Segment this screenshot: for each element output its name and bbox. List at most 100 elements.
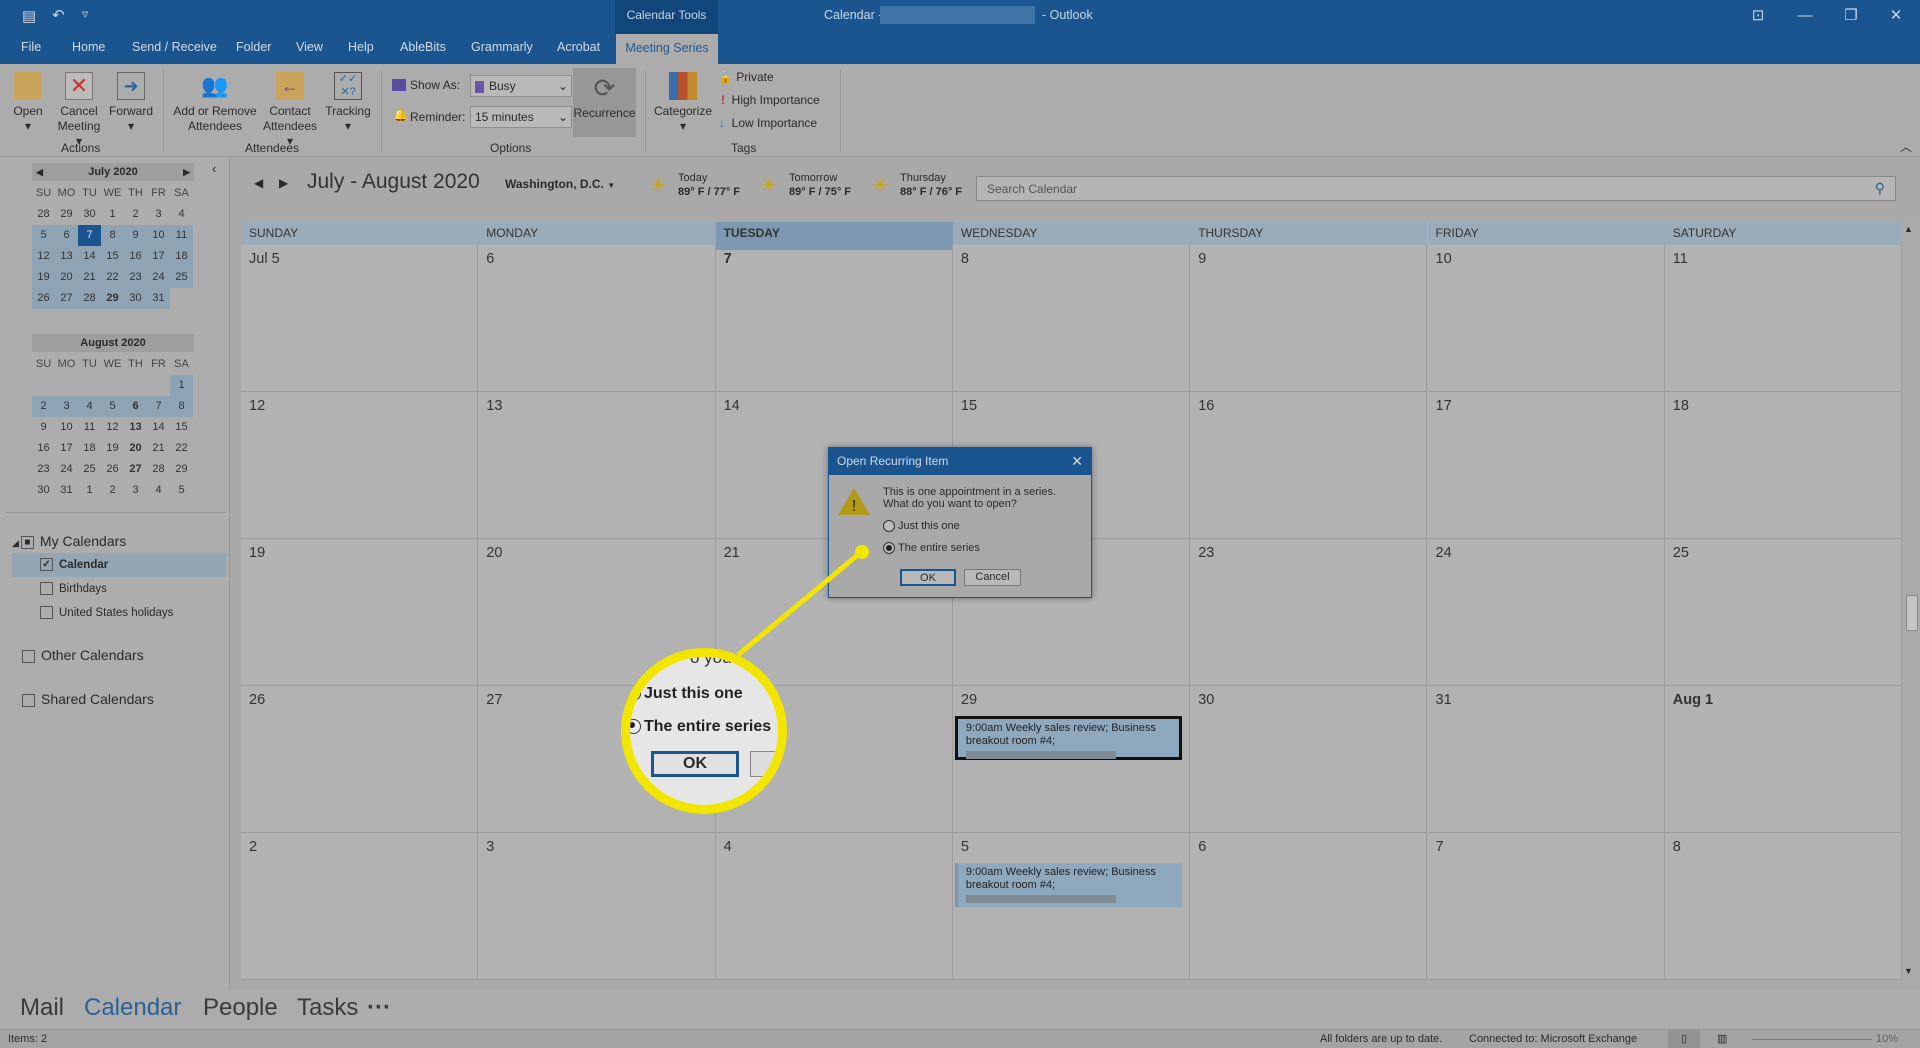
mini-day[interactable]: 9 [124, 225, 147, 246]
restore-icon[interactable]: ❐ [1836, 4, 1866, 28]
mini-day[interactable]: 28 [147, 459, 170, 480]
add-remove-attendees-button[interactable]: 👥 Add or Remove Attendees [170, 72, 260, 134]
dialog-close-icon[interactable]: ✕ [1071, 448, 1083, 475]
recurrence-button[interactable]: ⟳ Recurrence [573, 68, 636, 137]
mini-day[interactable]: 2 [32, 396, 55, 417]
calendar-item-us-holidays[interactable]: United States holidays [12, 601, 226, 625]
appointment[interactable]: 9:00am Weekly sales review; Business bre… [954, 716, 1183, 760]
reminder-dropdown[interactable]: 15 minutes ⌄ [470, 106, 572, 128]
day-cell[interactable]: 24 [1427, 539, 1665, 686]
group-checkbox[interactable]: ■ [20, 535, 34, 549]
checkbox[interactable] [40, 582, 53, 596]
contact-attendees-button[interactable]: ← Contact Attendees ▾ [260, 72, 320, 149]
day-cell[interactable]: 7 [1427, 833, 1665, 980]
appointment[interactable]: 9:00am Weekly sales review; Business bre… [954, 863, 1183, 907]
day-cell[interactable]: 8 [1664, 833, 1903, 980]
mini-day[interactable]: 3 [124, 480, 147, 501]
mini-day[interactable]: 1 [170, 375, 193, 396]
collapse-pane-icon[interactable]: ‹ [212, 161, 216, 176]
mini-day[interactable]: 8 [101, 225, 124, 246]
mini-day[interactable]: 2 [124, 204, 147, 225]
mini-day[interactable]: 26 [32, 288, 55, 309]
day-cell[interactable]: 4 [715, 833, 953, 980]
cancel-meeting-button[interactable]: ✕ Cancel Meeting ▾ [55, 72, 103, 149]
undo-icon[interactable]: ↶ [52, 6, 65, 24]
mini-day[interactable]: 24 [147, 267, 170, 288]
ribbon-display-icon[interactable]: ⊡ [1743, 4, 1773, 28]
mini-day[interactable]: 30 [32, 480, 55, 501]
mini-day[interactable]: 4 [170, 204, 193, 225]
high-importance-button[interactable]: ! High Importance [721, 93, 820, 107]
mini-day[interactable]: 21 [147, 438, 170, 459]
vertical-scrollbar[interactable]: ▲ ▼ [1902, 222, 1920, 980]
reading-view-icon[interactable]: ▥ [1717, 1030, 1727, 1048]
mini-day[interactable]: 5 [170, 480, 193, 501]
mini-day[interactable]: 27 [124, 459, 147, 480]
previous-icon[interactable]: ◀ [254, 176, 263, 190]
day-cell[interactable]: Jul 5 [241, 245, 479, 392]
day-cell[interactable]: 19 [241, 539, 479, 686]
mini-day[interactable]: 6 [124, 396, 147, 417]
mini-day[interactable]: 1 [101, 204, 124, 225]
mini-day[interactable]: 15 [101, 246, 124, 267]
mini-day[interactable]: 25 [170, 267, 193, 288]
day-cell[interactable]: 16 [1190, 392, 1428, 539]
tab-grammarly[interactable]: Grammarly [471, 40, 533, 54]
show-as-dropdown[interactable]: Busy ⌄ [470, 75, 572, 97]
checkbox-checked[interactable]: ✓ [40, 558, 53, 572]
mini-day[interactable]: 22 [170, 438, 193, 459]
day-cell[interactable]: 10 [1427, 245, 1665, 392]
mini-day[interactable] [55, 375, 78, 396]
mini-day[interactable] [124, 375, 147, 396]
collapse-ribbon-icon[interactable]: ︿ [1900, 138, 1912, 155]
mini-day[interactable]: 13 [55, 246, 78, 267]
day-cell[interactable]: Aug 1 [1664, 686, 1903, 833]
checkbox[interactable] [22, 649, 35, 663]
mini-day[interactable]: 23 [32, 459, 55, 480]
mini-day[interactable]: 26 [101, 459, 124, 480]
tab-home[interactable]: Home [72, 40, 105, 54]
mini-day[interactable]: 27 [55, 288, 78, 309]
low-importance-button[interactable]: ↓ Low Importance [719, 116, 817, 130]
mini-day[interactable]: 7 [147, 396, 170, 417]
day-cell[interactable]: 6 [1190, 833, 1428, 980]
cancel-button[interactable]: Cancel [964, 569, 1021, 586]
tab-folder[interactable]: Folder [236, 40, 271, 54]
my-calendars-group[interactable]: ◢ ■ My Calendars [12, 529, 226, 553]
mini-day[interactable]: 30 [124, 288, 147, 309]
day-cell[interactable]: 23 [1190, 539, 1428, 686]
tab-send-receive[interactable]: Send / Receive [132, 40, 217, 54]
mini-day[interactable]: 28 [78, 288, 101, 309]
mini-day[interactable]: 16 [124, 246, 147, 267]
nav-calendar[interactable]: Calendar [84, 994, 181, 1022]
next-month-icon[interactable]: ▶ [183, 163, 190, 181]
mini-day[interactable]: 15 [170, 417, 193, 438]
tab-meeting-series[interactable]: Meeting Series [616, 34, 718, 64]
mini-day[interactable]: 29 [170, 459, 193, 480]
radio-entire-series[interactable]: The entire series [883, 542, 980, 555]
mini-day[interactable]: 1 [78, 480, 101, 501]
scroll-up-icon[interactable]: ▲ [1904, 224, 1913, 234]
search-icon[interactable]: ⚲ [1875, 180, 1885, 197]
mini-day[interactable]: 10 [147, 225, 170, 246]
open-button[interactable]: Open ▾ [8, 72, 48, 134]
calendar-item-birthdays[interactable]: Birthdays [12, 577, 226, 601]
mini-day[interactable]: 23 [124, 267, 147, 288]
minimize-icon[interactable]: — [1790, 4, 1820, 28]
checkbox[interactable] [22, 693, 35, 707]
mini-day[interactable]: 28 [32, 204, 55, 225]
radio-button[interactable] [883, 520, 895, 533]
mini-day[interactable]: 4 [147, 480, 170, 501]
mini-day[interactable]: 31 [147, 288, 170, 309]
mini-day[interactable]: 19 [32, 267, 55, 288]
mini-day[interactable]: 20 [124, 438, 147, 459]
mini-day[interactable]: 7 [78, 225, 101, 246]
mini-day[interactable]: 4 [78, 396, 101, 417]
day-cell[interactable]: 12 [241, 392, 479, 539]
mini-day[interactable]: 16 [32, 438, 55, 459]
mini-day[interactable] [78, 375, 101, 396]
scroll-down-icon[interactable]: ▼ [1904, 966, 1913, 976]
mini-day[interactable]: 24 [55, 459, 78, 480]
radio-button-selected[interactable] [883, 542, 895, 555]
mini-day[interactable]: 18 [170, 246, 193, 267]
